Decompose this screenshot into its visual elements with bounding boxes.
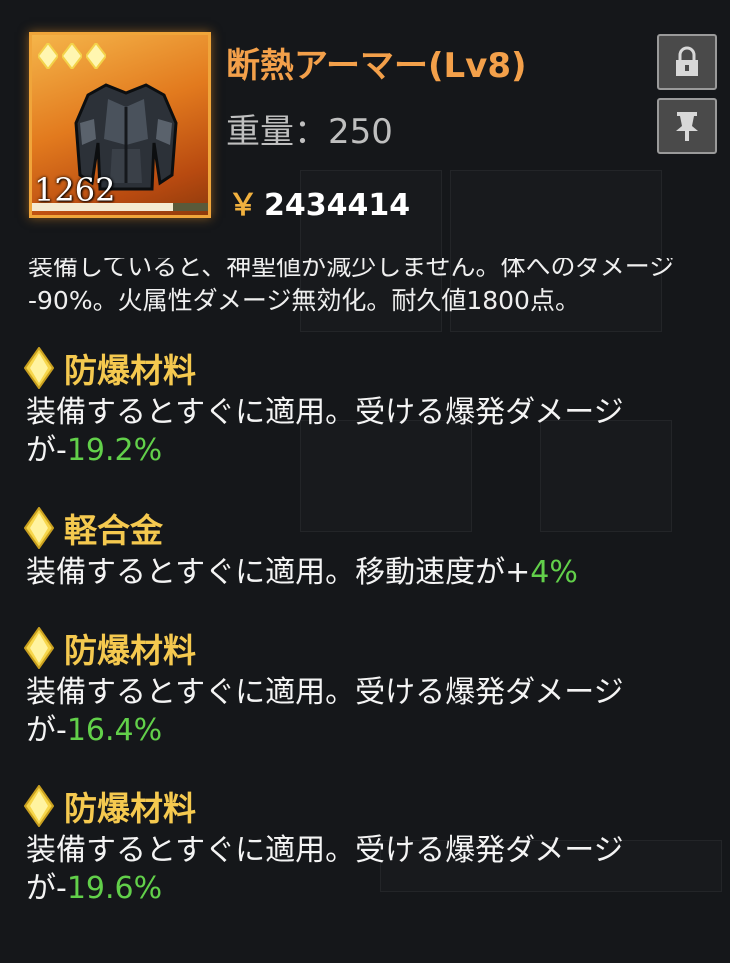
diamond-icon: [24, 627, 54, 669]
modifier-name: 防爆材料: [64, 351, 196, 390]
modifier-text-prefix: が-: [26, 713, 67, 748]
modifier-value: 4%: [530, 555, 578, 590]
description-line: 装備していると、神聖値が減少しません。体へのダメージ: [28, 258, 675, 281]
rarity-indicator: [38, 43, 106, 69]
rarity-diamond-icon: [38, 43, 58, 69]
weight-row: 重量：250: [226, 104, 393, 153]
diamond-icon: [24, 347, 54, 389]
item-tooltip-panel: 1262 断熱アーマー(Lv8) 重量：250 ￥ 2434414 装備していると…: [0, 0, 730, 963]
modifier-block: 防爆材料 装備するとすぐに適用。受ける爆発ダメージ が-19.6%: [24, 784, 714, 908]
pin-button[interactable]: [657, 98, 717, 154]
diamond-icon: [24, 785, 54, 827]
lock-icon: [676, 46, 698, 76]
modifier-text: 装備するとすぐに適用。受ける爆発ダメージ が-16.4%: [26, 674, 714, 750]
modifier-value: 16.4%: [66, 713, 163, 748]
item-icon-frame: 1262: [29, 32, 211, 218]
modifier-value: 19.6%: [66, 871, 163, 906]
price-value: 2434414: [264, 188, 411, 223]
pin-icon: [676, 112, 698, 141]
item-name: 断熱アーマー(Lv8): [226, 46, 527, 86]
modifier-block: 軽合金 装備するとすぐに適用。移動速度が+4%: [24, 506, 714, 592]
modifier-text-main: 装備するとすぐに適用。移動速度が+: [26, 555, 531, 590]
rarity-diamond-icon: [86, 43, 106, 69]
currency-symbol: ￥: [228, 188, 258, 223]
durability-bar: [32, 203, 208, 211]
modifier-text: 装備するとすぐに適用。移動速度が+4%: [26, 554, 714, 592]
modifier-block: 防爆材料 装備するとすぐに適用。受ける爆発ダメージ が-19.2%: [24, 346, 714, 470]
modifier-text-main: 装備するとすぐに適用。受ける爆発ダメージ: [26, 675, 624, 710]
modifier-name: 防爆材料: [64, 789, 196, 828]
modifier-text: 装備するとすぐに適用。受ける爆発ダメージ が-19.6%: [26, 832, 714, 908]
price-row: ￥ 2434414: [228, 180, 410, 224]
modifier-text-prefix: が-: [26, 433, 67, 468]
modifier-text-main: 装備するとすぐに適用。受ける爆発ダメージ: [26, 833, 624, 868]
modifier-value: 19.2%: [66, 433, 163, 468]
modifier-name: 防爆材料: [64, 631, 196, 670]
description-line: -90%。火属性ダメージ無効化。耐久値1800点。: [28, 286, 580, 315]
diamond-icon: [24, 507, 54, 549]
weight-label: 重量：: [226, 112, 328, 152]
durability-bar-fill: [32, 203, 173, 211]
modifier-name: 軽合金: [64, 511, 163, 550]
modifier-text: 装備するとすぐに適用。受ける爆発ダメージ が-19.2%: [26, 394, 714, 470]
weight-value: 250: [328, 112, 393, 152]
modifier-block: 防爆材料 装備するとすぐに適用。受ける爆発ダメージ が-16.4%: [24, 626, 714, 750]
modifier-text-prefix: が-: [26, 871, 67, 906]
item-description: 装備していると、神聖値が減少しません。体へのダメージ -90%。火属性ダメージ無…: [28, 258, 708, 322]
rarity-diamond-icon: [62, 43, 82, 69]
lock-button[interactable]: [657, 34, 717, 90]
modifier-text-main: 装備するとすぐに適用。受ける爆発ダメージ: [26, 395, 624, 430]
